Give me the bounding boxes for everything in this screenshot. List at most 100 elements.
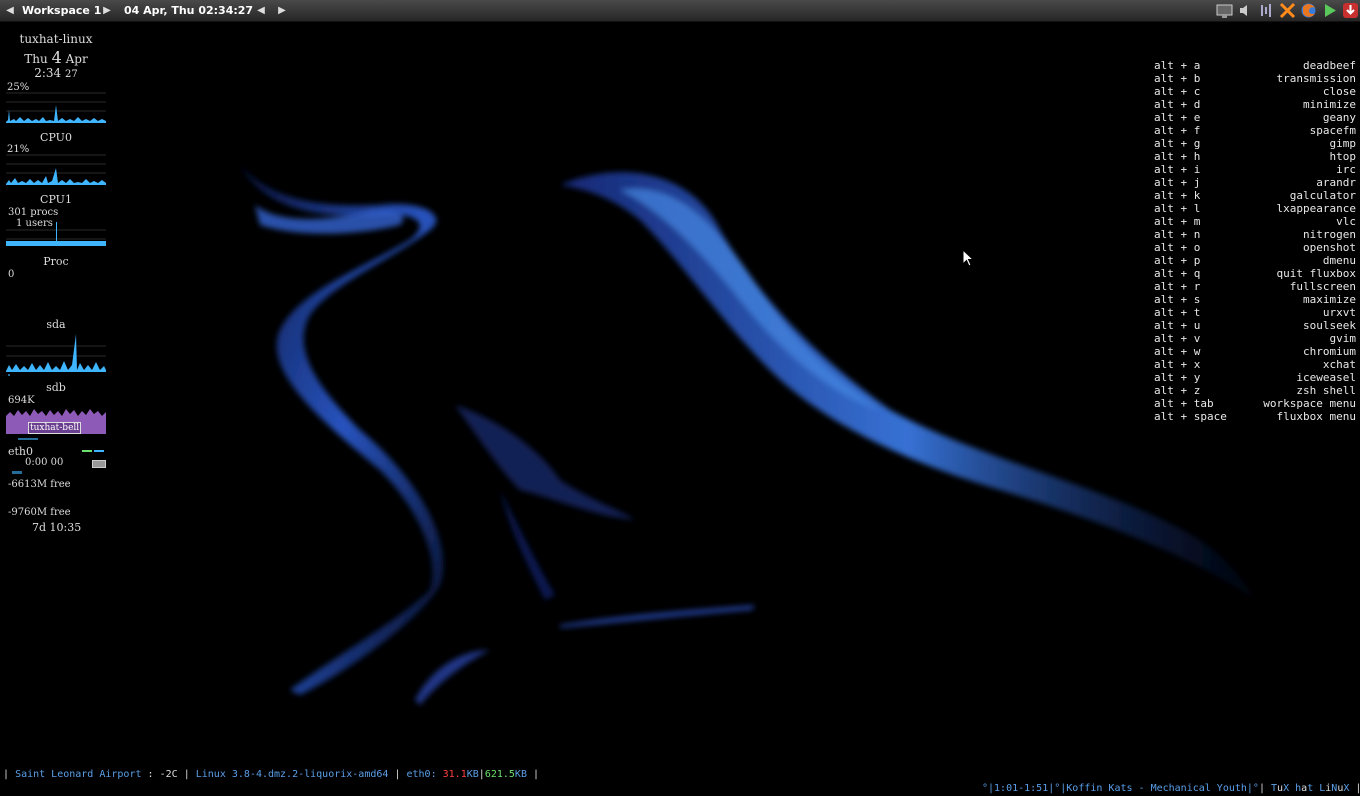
process-graph xyxy=(6,214,106,248)
key-action: lxappearance xyxy=(1276,202,1356,215)
key-combo: alt + t xyxy=(1154,306,1201,319)
sda-graph xyxy=(6,332,106,376)
volume-icon[interactable] xyxy=(1236,1,1255,20)
key-action: fullscreen xyxy=(1289,280,1356,293)
keybinding-row: alt + v gvim xyxy=(1154,332,1356,345)
key-action: galculator xyxy=(1289,189,1356,202)
keybinding-row: alt + a deadbeef xyxy=(1154,59,1356,72)
keybinding-row: alt + j arandr xyxy=(1154,176,1356,189)
key-action: soulseek xyxy=(1303,319,1356,332)
eth-down-indicator xyxy=(82,450,92,452)
download-icon[interactable] xyxy=(1341,1,1360,20)
key-action: deadbeef xyxy=(1303,59,1356,72)
display-icon[interactable] xyxy=(1215,1,1234,20)
upload-rate: 621.5 xyxy=(484,769,515,780)
key-combo: alt + q xyxy=(1154,267,1201,280)
keybinding-row: alt + x xchat xyxy=(1154,358,1356,371)
status-bar: | Saint Leonard Airport : -2C | Linux 3.… xyxy=(0,754,1360,794)
proc-value: 0 xyxy=(8,269,15,280)
key-action: dmenu xyxy=(1322,254,1356,267)
download-rate: 31.1 xyxy=(442,769,467,780)
keybinding-row: alt + t urxvt xyxy=(1154,306,1356,319)
key-action: geany xyxy=(1322,111,1356,124)
key-action: workspace menu xyxy=(1263,397,1356,410)
key-combo: alt + s xyxy=(1154,293,1201,306)
time-line: 2:34 27 xyxy=(0,66,112,80)
conky-close-icon[interactable] xyxy=(1278,1,1297,20)
keybinding-row: alt + s maximize xyxy=(1154,293,1356,306)
key-combo: alt + e xyxy=(1154,111,1201,124)
prev-workspace-button[interactable]: ◀ xyxy=(3,0,17,21)
key-action: minimize xyxy=(1303,98,1356,111)
key-combo: alt + o xyxy=(1154,241,1201,254)
key-combo: alt + n xyxy=(1154,228,1201,241)
key-action: chromium xyxy=(1303,345,1356,358)
key-combo: alt + u xyxy=(1154,319,1201,332)
kernel-version: Linux 3.8-4.dmz.2-liquorix-amd64 xyxy=(195,769,389,780)
month: Apr xyxy=(65,52,88,66)
keybinding-row: alt + d minimize xyxy=(1154,98,1356,111)
key-action: vlc xyxy=(1336,215,1356,228)
key-action: gimp xyxy=(1329,137,1357,150)
left-status: | Saint Leonard Airport : -2C | Linux 3.… xyxy=(3,769,540,780)
key-combo: alt + z xyxy=(1154,384,1201,397)
keybinding-row: alt + p dmenu xyxy=(1154,254,1356,267)
keybinding-row: alt + space fluxbox menu xyxy=(1154,410,1356,423)
keybinding-row: alt + i irc xyxy=(1154,163,1356,176)
next-workspace-button[interactable]: ▶ xyxy=(100,0,114,21)
key-action: urxvt xyxy=(1322,306,1356,319)
key-combo: alt + p xyxy=(1154,254,1201,267)
cpu1-graph xyxy=(6,152,106,185)
sdb-indicator xyxy=(18,438,38,440)
key-combo: alt + f xyxy=(1154,124,1201,137)
system-tray xyxy=(1215,1,1360,21)
net-iface: eth0: xyxy=(406,769,437,780)
keybinding-row: alt + q quit fluxbox xyxy=(1154,267,1356,280)
cpu1-label: CPU1 xyxy=(40,193,72,206)
key-combo: alt + h xyxy=(1154,150,1201,163)
time: 2:34 xyxy=(34,66,62,80)
key-combo: alt + x xyxy=(1154,358,1201,371)
prev-window-button[interactable]: ◀ xyxy=(254,0,268,21)
keybinding-row: alt + f spacefm xyxy=(1154,124,1356,137)
keybinding-row: alt + b transmission xyxy=(1154,72,1356,85)
weather-location: Saint Leonard Airport xyxy=(15,769,142,780)
key-action: htop xyxy=(1329,150,1357,163)
keybinding-row: alt + c close xyxy=(1154,85,1356,98)
firefox-icon[interactable] xyxy=(1299,1,1318,20)
key-combo: alt + j xyxy=(1154,176,1201,189)
play-icon[interactable] xyxy=(1320,1,1339,20)
key-action: zsh shell xyxy=(1296,384,1356,397)
key-combo: alt + a xyxy=(1154,59,1201,72)
right-status: °|1:01-1:51|°|Koffin Kats - Mechanical Y… xyxy=(982,783,1360,794)
key-combo: alt + r xyxy=(1154,280,1201,293)
key-action: spacefm xyxy=(1309,124,1356,137)
date-number: 4 xyxy=(51,48,62,67)
bell-label: tuxhat-bell xyxy=(28,422,82,434)
now-playing: °|1:01-1:51|°|Koffin Kats - Mechanical Y… xyxy=(982,783,1259,794)
key-combo: alt + g xyxy=(1154,137,1201,150)
eth-time: 0:00 00 xyxy=(25,457,64,468)
clock: 04 Apr, Thu 02:34:27 xyxy=(124,4,254,17)
keybinding-row: alt + tab workspace menu xyxy=(1154,397,1356,410)
keybinding-row: alt + e geany xyxy=(1154,111,1356,124)
key-action: quit fluxbox xyxy=(1276,267,1356,280)
key-combo: alt + y xyxy=(1154,371,1201,384)
keybinding-row: alt + w chromium xyxy=(1154,345,1356,358)
mem-free: -6613M free xyxy=(8,479,71,490)
key-action: arandr xyxy=(1316,176,1356,189)
keybinding-list: alt + a deadbeef alt + b transmission alt + … xyxy=(1154,59,1356,423)
key-combo: alt + space xyxy=(1154,410,1227,423)
key-combo: alt + tab xyxy=(1154,397,1214,410)
workspace-name[interactable]: Workspace 1 xyxy=(22,0,101,21)
keybinding-row: alt + k galculator xyxy=(1154,189,1356,202)
key-action: xchat xyxy=(1322,358,1356,371)
fluxbox-toolbar: ◀ Workspace 1 ▶ 04 Apr, Thu 02:34:27 ◀ ▶ xyxy=(0,0,1360,22)
hostname: tuxhat-linux xyxy=(19,32,93,46)
key-action: iceweasel xyxy=(1296,371,1356,384)
mouse-cursor-icon xyxy=(962,249,974,267)
sound-waves-icon[interactable] xyxy=(1257,1,1276,20)
next-window-button[interactable]: ▶ xyxy=(275,0,289,21)
cpu0-label: CPU0 xyxy=(40,131,72,144)
eth-indicator xyxy=(12,471,22,474)
